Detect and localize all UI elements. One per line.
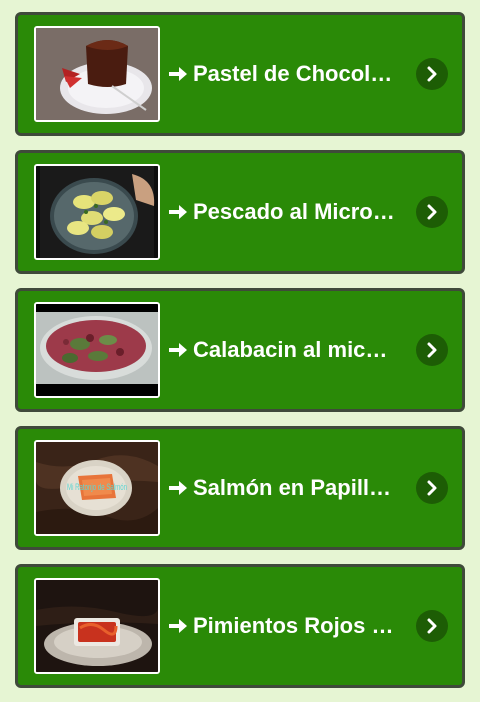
open-recipe-button[interactable] — [416, 58, 448, 90]
arrow-right-icon — [169, 205, 187, 219]
chevron-right-icon — [427, 480, 437, 496]
recipe-card[interactable]: Pastel de Chocolate al microondas — [15, 12, 465, 136]
recipe-card[interactable]: Pimientos Rojos al microondas — [15, 564, 465, 688]
chocolate-cake-image — [34, 26, 160, 122]
open-recipe-button[interactable] — [416, 334, 448, 366]
arrow-right-icon — [169, 343, 187, 357]
chevron-right-icon — [427, 618, 437, 634]
recipe-title: Pimientos Rojos al microondas — [193, 613, 395, 638]
salmon-plate-image: Mi Ratonjo de Salmón — [34, 440, 160, 536]
arrow-right-icon — [169, 619, 187, 633]
recipe-title: Salmón en Papillote — [193, 475, 395, 500]
thumbnail-overlay-text: Mi Ratonjo de Salmón — [67, 482, 127, 492]
recipe-title: Pastel de Chocolate al microondas — [193, 61, 395, 86]
recipe-title: Calabacin al microondas — [193, 337, 395, 362]
red-peppers-dish-image — [34, 578, 160, 674]
arrow-right-icon — [169, 67, 187, 81]
chevron-right-icon — [427, 342, 437, 358]
recipe-card[interactable]: Pescado al Microondas — [15, 150, 465, 274]
chevron-right-icon — [427, 204, 437, 220]
recipe-card[interactable]: Mi Ratonjo de Salmón Salmón en Papillote — [15, 426, 465, 550]
recipe-title: Pescado al Microondas — [193, 199, 395, 224]
open-recipe-button[interactable] — [416, 196, 448, 228]
open-recipe-button[interactable] — [416, 472, 448, 504]
recipe-card[interactable]: Calabacin al microondas — [15, 288, 465, 412]
zucchini-bowl-image — [34, 302, 160, 398]
open-recipe-button[interactable] — [416, 610, 448, 642]
recipe-list: Pastel de Chocolate al microondas — [15, 12, 465, 702]
arrow-right-icon — [169, 481, 187, 495]
chevron-right-icon — [427, 66, 437, 82]
fish-plate-image — [34, 164, 160, 260]
